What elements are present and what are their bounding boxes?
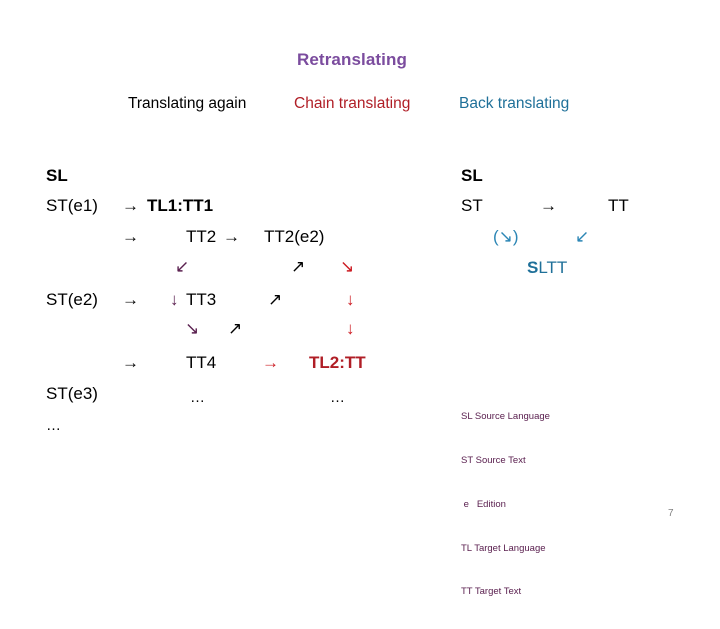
arrow-right-icon-backtranslation: → xyxy=(540,196,557,215)
right-sl-label: SL xyxy=(461,166,483,185)
arrow-right-icon-tt2: → xyxy=(223,227,240,246)
left-st-e3-label: ST(e3) xyxy=(46,384,98,403)
page-number: 7 xyxy=(668,508,674,519)
page-title: Retranslating xyxy=(297,50,407,69)
legend-item-e: e Edition xyxy=(461,498,506,510)
arrow-paren-down-right-icon: (↘) xyxy=(493,227,519,246)
legend-item-sl: SL Source Language xyxy=(461,411,550,423)
arrow-down-icon-red-1: ↓ xyxy=(346,290,355,309)
left-ellipsis-st: … xyxy=(46,417,62,434)
column-header-chain-translating: Chain translating xyxy=(294,95,411,112)
slide-canvas: Retranslating Translating again Chain tr… xyxy=(0,0,720,597)
left-st-e2-label: ST(e2) xyxy=(46,290,98,309)
left-ellipsis-tt: … xyxy=(190,389,206,406)
left-st-e1-label: ST(e1) xyxy=(46,196,98,215)
left-tl1-tt1-label: TL1:TT1 xyxy=(147,196,214,215)
arrow-up-right-icon-1: ↗ xyxy=(291,257,306,276)
right-tt-label: TT xyxy=(608,196,629,215)
arrow-up-right-icon-3: ↗ xyxy=(228,319,243,338)
arrow-up-right-icon-2: ↗ xyxy=(268,290,283,309)
arrow-down-left-icon-blue: ↙ xyxy=(575,227,590,246)
column-header-translating-again: Translating again xyxy=(128,95,247,112)
arrow-down-right-icon-red: ↘ xyxy=(340,257,355,276)
left-tt2-label: TT2 xyxy=(186,227,217,246)
left-tt3-label: TT3 xyxy=(186,290,217,309)
left-sl-label: SL xyxy=(46,166,68,185)
arrow-down-left-icon-1: ↙ xyxy=(175,257,190,276)
arrow-right-icon-2: → xyxy=(122,227,139,246)
legend-item-tt: TT Target Text xyxy=(461,586,522,598)
arrow-right-icon-red: → xyxy=(262,353,279,372)
arrow-right-icon-4: → xyxy=(122,353,139,372)
arrow-down-right-icon-purple: ↘ xyxy=(185,319,200,338)
right-sltt-label: SLTT xyxy=(527,259,567,276)
legend: SL Source Language ST Source Text e Edit… xyxy=(461,381,550,629)
left-tt4-label: TT4 xyxy=(186,353,217,372)
arrow-down-icon-1: ↓ xyxy=(170,290,179,309)
arrow-down-icon-red-2: ↓ xyxy=(346,319,355,338)
column-header-back-translating: Back translating xyxy=(459,95,570,112)
arrow-right-icon-3: → xyxy=(122,290,139,309)
right-sltt-rest: LTT xyxy=(538,258,568,277)
right-st-label: ST xyxy=(461,196,483,215)
legend-item-tl: TL Target Language xyxy=(461,542,546,554)
right-sltt-bold-s: S xyxy=(527,258,539,277)
arrow-right-icon-1: → xyxy=(122,196,139,215)
left-ellipsis-tl: … xyxy=(330,389,346,406)
left-tt2-e2-label: TT2(e2) xyxy=(264,227,325,246)
legend-item-st: ST Source Text xyxy=(461,454,526,466)
left-tl2-tt-label: TL2:TT xyxy=(309,353,366,372)
